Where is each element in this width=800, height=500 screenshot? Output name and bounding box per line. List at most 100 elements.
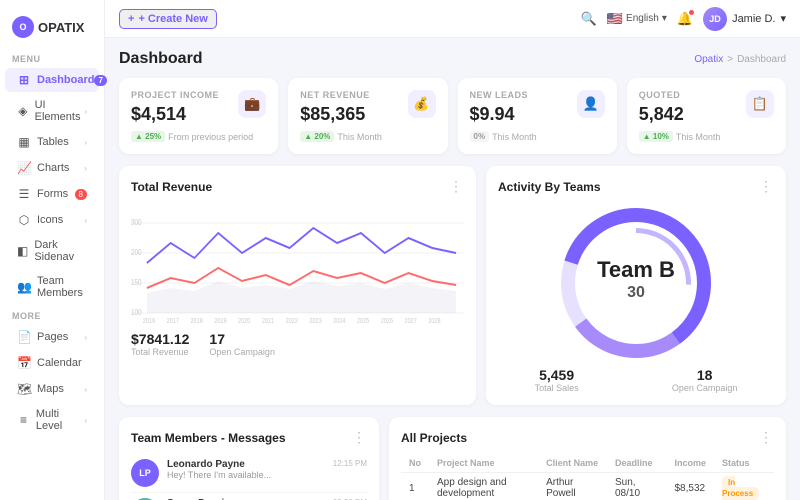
stat-change-0: ▲ 25% From previous period	[131, 131, 266, 142]
sidebar-item-forms[interactable]: ☰ Forms 8	[5, 182, 99, 206]
dashboard-icon: ⊞	[17, 73, 31, 87]
revenue-title: Total Revenue	[131, 180, 212, 194]
revenue-value-label: Total Revenue	[131, 347, 189, 357]
team-icon: 👥	[17, 280, 31, 294]
create-new-button[interactable]: + + Create New	[119, 9, 217, 29]
stat-icon-2: 👤	[577, 90, 605, 118]
svg-text:30: 30	[627, 284, 645, 301]
line-chart: 300 200 150 100 2016 2017 2018	[131, 203, 464, 323]
cell-deadline: Sun, 08/10	[607, 473, 667, 500]
breadcrumb-parent[interactable]: Opatix	[694, 54, 723, 65]
total-sales-stat: 5,459 Total Sales	[535, 367, 579, 393]
user-chevron: ▾	[780, 12, 786, 25]
create-icon: +	[128, 13, 134, 25]
icons-icon: ⬡	[17, 213, 31, 227]
col-income: Income	[667, 454, 715, 473]
cell-client: Arthur Powell	[538, 473, 607, 500]
maps-icon: 🗺	[17, 382, 31, 396]
lang-label: English	[626, 13, 659, 24]
sidebar-label-dashboard: Dashboard	[37, 74, 94, 86]
svg-text:2021: 2021	[262, 317, 275, 323]
svg-text:2026: 2026	[381, 317, 394, 323]
messages-menu[interactable]: ⋮	[352, 429, 367, 446]
svg-text:2016: 2016	[143, 317, 156, 323]
charts-icon: 📈	[17, 161, 31, 175]
open-campaign-value: 18	[672, 367, 738, 383]
sidebar-label-forms: Forms	[37, 188, 68, 200]
messages-header: Team Members - Messages ⋮	[131, 429, 367, 446]
open-campaign-stat: 18 Open Campaign	[672, 367, 738, 393]
table-row: 1 App design and development Arthur Powe…	[401, 473, 774, 500]
ui-icon: ◈	[17, 104, 29, 118]
svg-text:2019: 2019	[214, 317, 227, 323]
sidebar-item-tables[interactable]: ▦ Tables ›	[5, 130, 99, 154]
message-name-0: Leonardo Payne	[167, 459, 325, 470]
campaign-label: Open Campaign	[209, 347, 275, 357]
sidebar-item-darksidenav[interactable]: ◧ Dark Sidenav	[5, 234, 99, 268]
svg-text:150: 150	[131, 277, 142, 287]
sidebar-item-ui[interactable]: ◈ UI Elements ›	[5, 94, 99, 128]
cell-income: $8,532	[667, 473, 715, 500]
activity-teams-card: Activity By Teams ⋮	[486, 166, 786, 405]
svg-text:2024: 2024	[333, 317, 346, 323]
flag-icon: 🇺🇸	[607, 11, 623, 27]
user-profile[interactable]: JD Jamie D. ▾	[703, 7, 786, 31]
projects-title: All Projects	[401, 431, 467, 445]
sidebar-item-pages[interactable]: 📄 Pages ›	[5, 325, 99, 349]
topbar: + + Create New 🔍 🇺🇸 English ▾ 🔔 JD Jamie…	[105, 0, 800, 38]
sidebar-item-team-members[interactable]: 👥 Team Members	[5, 270, 99, 304]
content-header: Dashboard Opatix > Dashboard	[119, 50, 786, 68]
message-item-0: LP Leonardo Payne Hey! There I'm availab…	[131, 454, 367, 493]
projects-header: All Projects ⋮	[401, 429, 774, 446]
breadcrumb-separator: >	[727, 54, 733, 65]
svg-text:2022: 2022	[286, 317, 299, 323]
svg-text:2023: 2023	[309, 317, 322, 323]
projects-menu[interactable]: ⋮	[759, 429, 774, 446]
teams-menu[interactable]: ⋮	[759, 178, 774, 195]
total-sales-label: Total Sales	[535, 383, 579, 393]
sidebar-label-calendar: Calendar	[37, 357, 82, 369]
stat-cards: PROJECT INCOME $4,514 ▲ 25% From previou…	[119, 78, 786, 154]
search-icon[interactable]: 🔍	[581, 11, 597, 27]
stat-change-1: ▲ 20% This Month	[300, 131, 435, 142]
revenue-total-stat: $7841.12 Total Revenue	[131, 331, 189, 357]
sidebar-item-calendar[interactable]: 📅 Calendar	[5, 351, 99, 375]
sidebar-item-icons[interactable]: ⬡ Icons ›	[5, 208, 99, 232]
main-area: + + Create New 🔍 🇺🇸 English ▾ 🔔 JD Jamie…	[105, 0, 800, 500]
col-deadline: Deadline	[607, 454, 667, 473]
stat-icon-0: 💼	[238, 90, 266, 118]
more-section-label: MORE	[0, 305, 104, 324]
lang-chevron: ▾	[662, 13, 667, 24]
revenue-card-header: Total Revenue ⋮	[131, 178, 464, 195]
cell-project: App design and development	[429, 473, 538, 500]
sidebar-item-maps[interactable]: 🗺 Maps ›	[5, 377, 99, 401]
svg-text:2017: 2017	[167, 317, 180, 323]
chevron-ui: ›	[84, 107, 87, 116]
messages-list: LP Leonardo Payne Hey! There I'm availab…	[131, 454, 367, 500]
chevron-multilevel: ›	[84, 416, 87, 425]
sidebar-item-charts[interactable]: 📈 Charts ›	[5, 156, 99, 180]
content-area: Dashboard Opatix > Dashboard PROJECT INC…	[105, 38, 800, 500]
svg-text:2018: 2018	[190, 317, 203, 323]
message-time-0: 12:15 PM	[333, 459, 367, 468]
sidebar-label-ui: UI Elements	[35, 99, 85, 123]
sidebar-item-dashboard[interactable]: ⊞ Dashboard 7	[5, 68, 99, 92]
notification-bell[interactable]: 🔔	[677, 11, 693, 27]
chevron-pages: ›	[84, 333, 87, 342]
multilevel-icon: ≡	[17, 413, 30, 427]
cell-no: 1	[401, 473, 429, 500]
logo-icon: O	[12, 16, 34, 38]
language-selector[interactable]: 🇺🇸 English ▾	[607, 11, 667, 27]
sidebar: O OPATIX MENU ⊞ Dashboard 7 ◈ UI Element…	[0, 0, 105, 500]
sidebar-label-pages: Pages	[37, 331, 68, 343]
sidebar-item-multilevel[interactable]: ≡ Multi Level ›	[5, 403, 99, 437]
sidebar-label-icons: Icons	[37, 214, 63, 226]
sidebar-label-multilevel: Multi Level	[36, 408, 84, 432]
menu-section-label: MENU	[0, 48, 104, 67]
col-project: Project Name	[429, 454, 538, 473]
message-item-1: SD Soren Drouin Completed 'Design new id…	[131, 493, 367, 500]
user-name: Jamie D.	[732, 13, 775, 25]
col-client: Client Name	[538, 454, 607, 473]
revenue-menu[interactable]: ⋮	[449, 178, 464, 195]
chevron-maps: ›	[84, 385, 87, 394]
